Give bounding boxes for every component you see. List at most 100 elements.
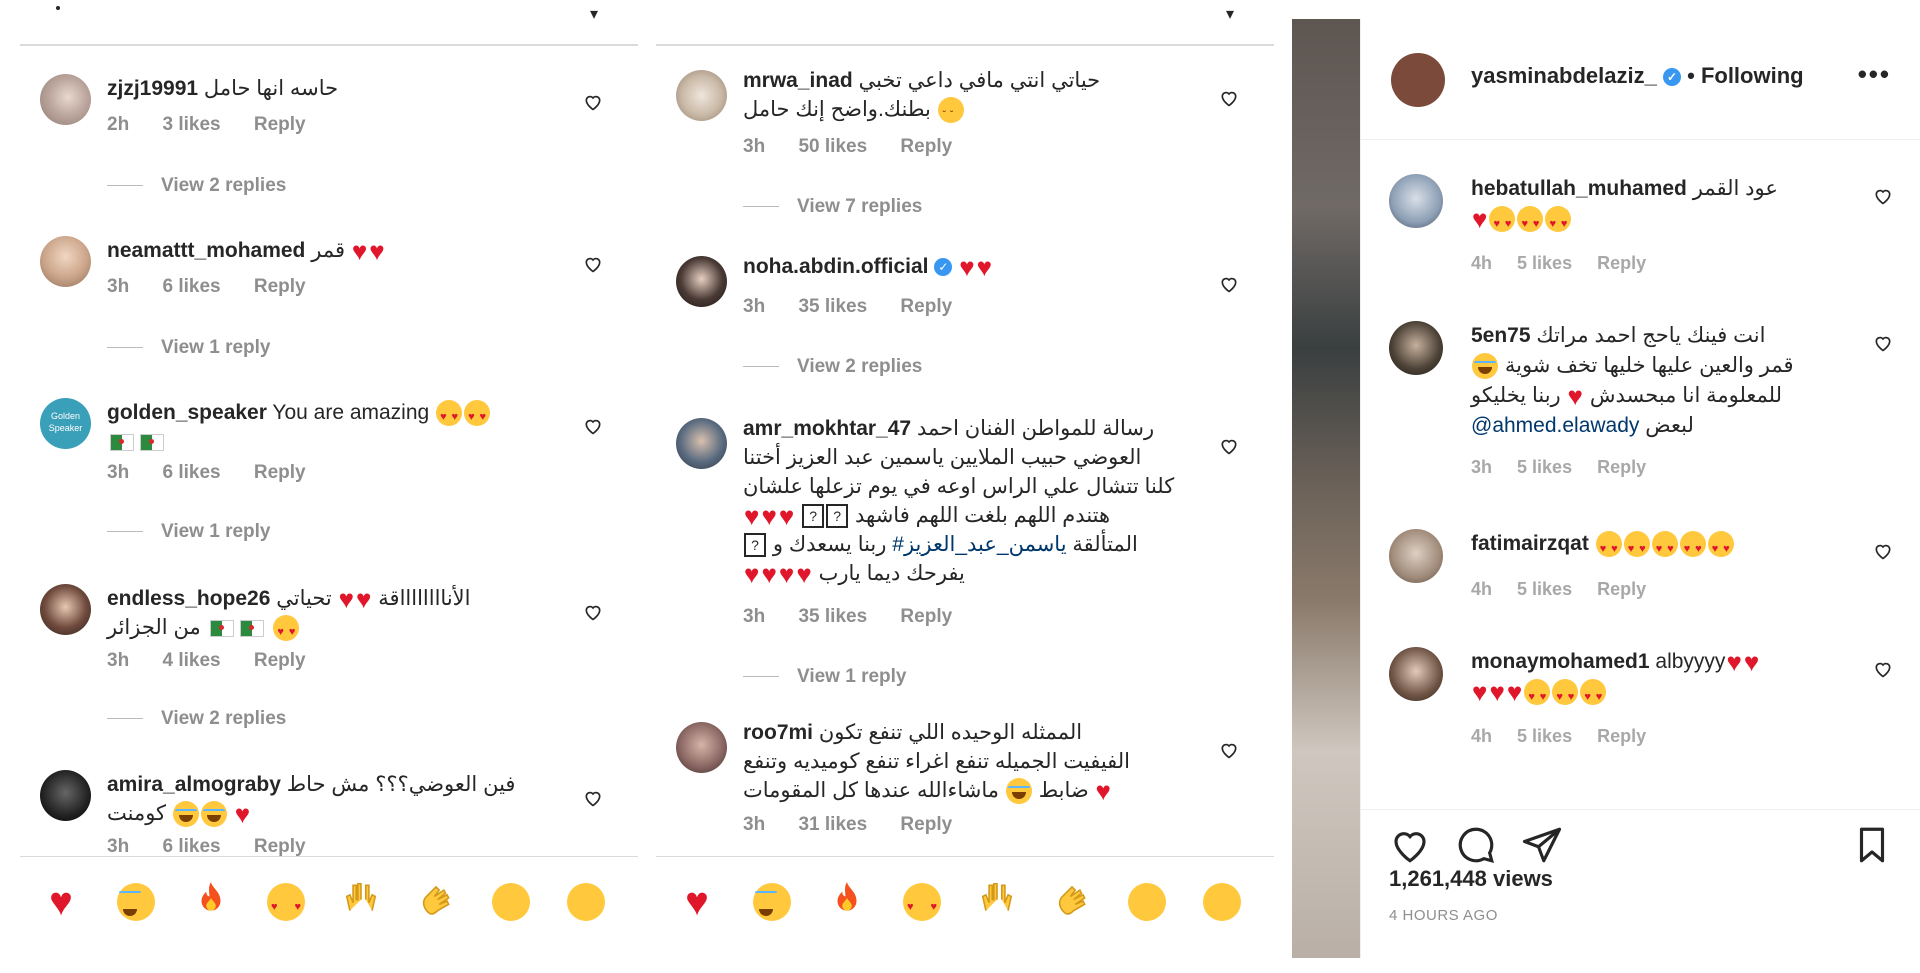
- comment-username[interactable]: 5en75: [1471, 324, 1531, 347]
- views-count[interactable]: 1,261,448 views: [1389, 866, 1553, 892]
- crying-face-icon[interactable]: [490, 879, 532, 922]
- clapping-hands-icon[interactable]: [415, 879, 457, 921]
- comment-likes[interactable]: 35 likes: [798, 606, 867, 627]
- avatar[interactable]: [40, 236, 91, 287]
- reply-button[interactable]: Reply: [900, 296, 952, 317]
- avatar[interactable]: [40, 770, 91, 821]
- comment-username[interactable]: endless_hope26: [107, 587, 270, 610]
- surprised-face-icon[interactable]: [1201, 879, 1243, 922]
- like-heart-icon[interactable]: [1873, 333, 1893, 353]
- comment-username[interactable]: neamattt_mohamed: [107, 239, 305, 262]
- view-replies[interactable]: View 2 replies: [743, 356, 922, 378]
- avatar[interactable]: [1389, 174, 1443, 228]
- comment-username[interactable]: fatimairzqat: [1471, 532, 1589, 555]
- comment-likes[interactable]: 4 likes: [162, 650, 220, 671]
- post-photo[interactable]: [1292, 19, 1360, 958]
- avatar[interactable]: [1389, 647, 1443, 701]
- reply-button[interactable]: Reply: [900, 136, 952, 157]
- comment-likes[interactable]: 31 likes: [798, 814, 867, 835]
- comment-username[interactable]: amr_mokhtar_47: [743, 417, 911, 440]
- comment-likes[interactable]: 3 likes: [162, 114, 220, 135]
- crying-face-icon[interactable]: [1126, 879, 1168, 922]
- comment-icon[interactable]: [1455, 824, 1497, 866]
- reply-button[interactable]: Reply: [900, 814, 952, 835]
- like-heart-icon[interactable]: [1219, 436, 1239, 456]
- share-icon[interactable]: [1521, 824, 1563, 866]
- view-replies[interactable]: View 1 reply: [107, 521, 271, 543]
- comment-username[interactable]: hebatullah_muhamed: [1471, 177, 1687, 200]
- heart-eyes-icon[interactable]: [265, 879, 307, 928]
- like-heart-icon[interactable]: [1389, 824, 1431, 866]
- avatar-golden-speaker[interactable]: Golden Speaker: [40, 398, 91, 449]
- comment-username[interactable]: zjzj19991: [107, 77, 198, 100]
- reply-button[interactable]: Reply: [254, 462, 306, 483]
- more-options-icon[interactable]: •••: [1858, 59, 1891, 90]
- reply-button[interactable]: Reply: [254, 276, 306, 297]
- like-heart-icon[interactable]: [1873, 541, 1893, 561]
- fire-icon[interactable]: [190, 879, 232, 921]
- like-heart-icon[interactable]: [1219, 88, 1239, 108]
- reply-button[interactable]: Reply: [254, 650, 306, 671]
- hashtag-link[interactable]: #ياسمن_عبد_العزيز: [892, 533, 1066, 556]
- like-heart-icon[interactable]: [1219, 740, 1239, 760]
- view-replies[interactable]: View 1 reply: [743, 666, 907, 688]
- raised-hands-icon[interactable]: [976, 879, 1018, 921]
- avatar[interactable]: [1389, 321, 1443, 375]
- bookmark-icon[interactable]: [1851, 824, 1893, 866]
- comment-likes[interactable]: 35 likes: [798, 296, 867, 317]
- like-heart-icon[interactable]: [1219, 274, 1239, 294]
- tears-of-joy-icon[interactable]: [751, 879, 793, 922]
- reply-button[interactable]: Reply: [254, 114, 306, 135]
- mention-link[interactable]: @ahmed.elawady: [1471, 414, 1639, 437]
- following-button[interactable]: • Following: [1687, 63, 1803, 88]
- like-heart-icon[interactable]: [583, 254, 603, 274]
- view-replies[interactable]: View 2 replies: [107, 175, 286, 197]
- chevron-down-icon[interactable]: ▾: [590, 4, 598, 24]
- tears-of-joy-icon[interactable]: [115, 879, 157, 922]
- comment-likes[interactable]: 6 likes: [162, 462, 220, 483]
- comment-likes[interactable]: 5 likes: [1517, 253, 1572, 273]
- avatar[interactable]: [1391, 53, 1445, 107]
- chevron-down-icon[interactable]: ▾: [1226, 4, 1234, 24]
- heart-eyes-icon[interactable]: [901, 879, 943, 928]
- clapping-hands-icon[interactable]: [1051, 879, 1093, 921]
- reply-button[interactable]: Reply: [1597, 253, 1646, 273]
- raised-hands-icon[interactable]: [340, 879, 382, 921]
- reply-button[interactable]: Reply: [1597, 579, 1646, 599]
- comment-username[interactable]: roo7mi: [743, 721, 813, 744]
- surprised-face-icon[interactable]: [565, 879, 607, 922]
- avatar[interactable]: [1389, 529, 1443, 583]
- red-heart-icon[interactable]: ♥: [40, 879, 82, 922]
- reply-button[interactable]: Reply: [1597, 726, 1646, 746]
- comment-likes[interactable]: 5 likes: [1517, 579, 1572, 599]
- avatar[interactable]: [676, 256, 727, 307]
- fire-icon[interactable]: [826, 879, 868, 921]
- like-heart-icon[interactable]: [583, 416, 603, 436]
- comment-likes[interactable]: 6 likes: [162, 276, 220, 297]
- like-heart-icon[interactable]: [583, 788, 603, 808]
- like-heart-icon[interactable]: [1873, 186, 1893, 206]
- view-replies[interactable]: View 1 reply: [107, 337, 271, 359]
- like-heart-icon[interactable]: [583, 92, 603, 112]
- red-heart-icon[interactable]: ♥: [676, 879, 718, 922]
- comment-username[interactable]: golden_speaker: [107, 401, 267, 424]
- like-heart-icon[interactable]: [583, 602, 603, 622]
- username-link[interactable]: yasminabdelaziz_: [1471, 63, 1657, 88]
- avatar[interactable]: [40, 584, 91, 635]
- comment-likes[interactable]: 50 likes: [798, 136, 867, 157]
- avatar[interactable]: [676, 722, 727, 773]
- view-replies[interactable]: View 2 replies: [107, 708, 286, 730]
- avatar[interactable]: [676, 70, 727, 121]
- comment-username[interactable]: mrwa_inad: [743, 69, 853, 92]
- avatar[interactable]: [40, 74, 91, 125]
- avatar[interactable]: [676, 418, 727, 469]
- like-heart-icon[interactable]: [1873, 659, 1893, 679]
- comment-likes[interactable]: 6 likes: [162, 836, 220, 857]
- comment-likes[interactable]: 5 likes: [1517, 457, 1572, 477]
- reply-button[interactable]: Reply: [254, 836, 306, 857]
- comment-username[interactable]: amira_almograby: [107, 773, 281, 796]
- comment-username[interactable]: noha.abdin.official: [743, 255, 929, 278]
- reply-button[interactable]: Reply: [900, 606, 952, 627]
- comment-likes[interactable]: 5 likes: [1517, 726, 1572, 746]
- reply-button[interactable]: Reply: [1597, 457, 1646, 477]
